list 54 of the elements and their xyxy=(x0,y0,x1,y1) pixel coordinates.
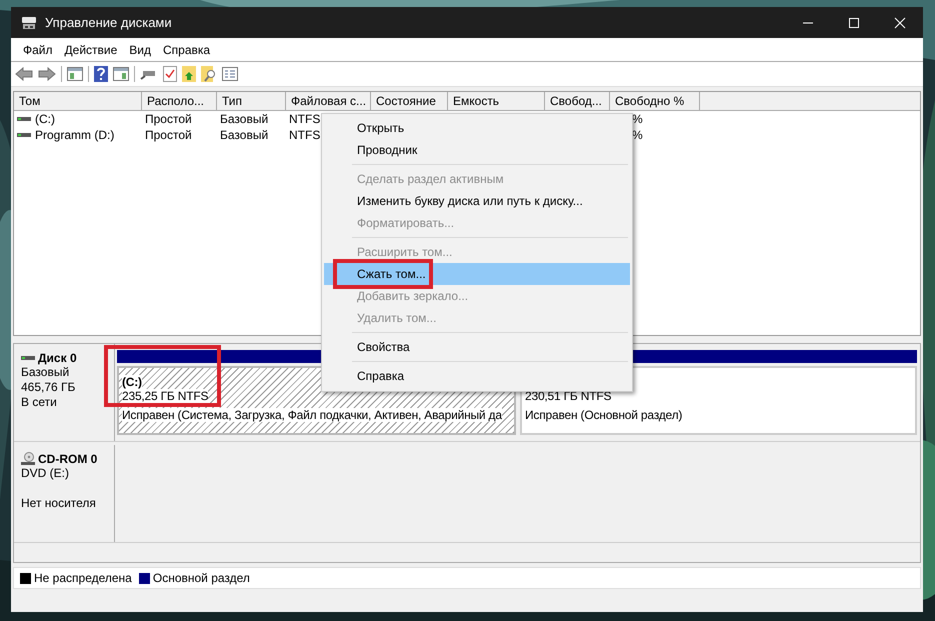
menu-item[interactable]: Действие xyxy=(58,42,124,56)
folder-search-icon[interactable] xyxy=(201,66,217,82)
column-header[interactable]: Свободно % xyxy=(610,92,700,110)
legend-label: Не распределена xyxy=(34,571,132,585)
folder-up-icon[interactable] xyxy=(182,66,196,82)
column-header[interactable]: Располо... xyxy=(142,92,217,110)
menu-item[interactable]: Справка xyxy=(157,42,216,56)
disk-type: DVD (E:) xyxy=(21,466,70,481)
table-cell: Базовый xyxy=(220,112,268,126)
column-header[interactable]: Тип xyxy=(217,92,286,110)
checklist-icon[interactable] xyxy=(163,66,177,82)
disk-status: В сети xyxy=(21,395,58,410)
help-icon[interactable] xyxy=(94,66,108,82)
volume-name: (C:) xyxy=(35,112,55,126)
table-cell: Простой xyxy=(145,112,192,126)
forward-arrow-icon[interactable] xyxy=(38,67,56,81)
column-header[interactable]: Состояние xyxy=(371,92,448,110)
disk-drive-icon xyxy=(21,14,37,30)
column-header[interactable]: Свобод... xyxy=(545,92,610,110)
window-title: Управление дисками xyxy=(45,15,172,30)
table-cell: NTFS xyxy=(289,112,320,126)
menu-item[interactable]: Вид xyxy=(123,42,157,56)
cd-drive-icon xyxy=(21,452,35,466)
disk-name: CD-ROM 0 xyxy=(38,452,98,466)
panel-icon[interactable] xyxy=(67,67,83,81)
menu-item[interactable]: Изменить букву диска или путь к диску... xyxy=(324,190,630,212)
back-arrow-icon[interactable] xyxy=(15,67,33,81)
column-header[interactable]: Том xyxy=(14,92,142,110)
legend-label: Основной раздел xyxy=(152,571,250,585)
disk-type: Базовый xyxy=(21,365,70,380)
drive-icon xyxy=(17,116,31,122)
menu-item[interactable]: Сжать том... xyxy=(324,263,630,285)
table-cell: NTFS xyxy=(289,128,320,142)
table-cell: Простой xyxy=(145,128,192,142)
disk-size: 465,76 ГБ xyxy=(21,380,76,395)
list-icon[interactable] xyxy=(222,67,238,81)
close-icon[interactable] xyxy=(894,16,906,28)
menu-item[interactable]: Открыть xyxy=(324,117,630,139)
partition-status: Исправен (Система, Загрузка, Файл подкачки, Активен, Аварийный да xyxy=(122,408,502,422)
disk-name: Диск 0 xyxy=(38,350,77,364)
column-header[interactable]: Файловая с... xyxy=(286,92,371,110)
table-cell: Базовый xyxy=(220,128,268,142)
menu-item[interactable]: Файл xyxy=(17,42,59,56)
column-header[interactable]: Емкость xyxy=(448,92,545,110)
menu-item[interactable]: Свойства xyxy=(324,336,630,358)
disk-status: Нет носителя xyxy=(21,496,97,511)
menu-item[interactable]: Проводник xyxy=(324,139,630,161)
partition-name: (C:) xyxy=(122,375,142,389)
maximize-icon[interactable] xyxy=(848,16,860,28)
volume-name: Programm (D:) xyxy=(35,128,114,142)
partition-status: Исправен (Основной раздел) xyxy=(525,408,682,422)
drive-icon xyxy=(17,132,31,138)
panel-icon[interactable] xyxy=(113,67,129,81)
drive-icon xyxy=(21,354,35,360)
